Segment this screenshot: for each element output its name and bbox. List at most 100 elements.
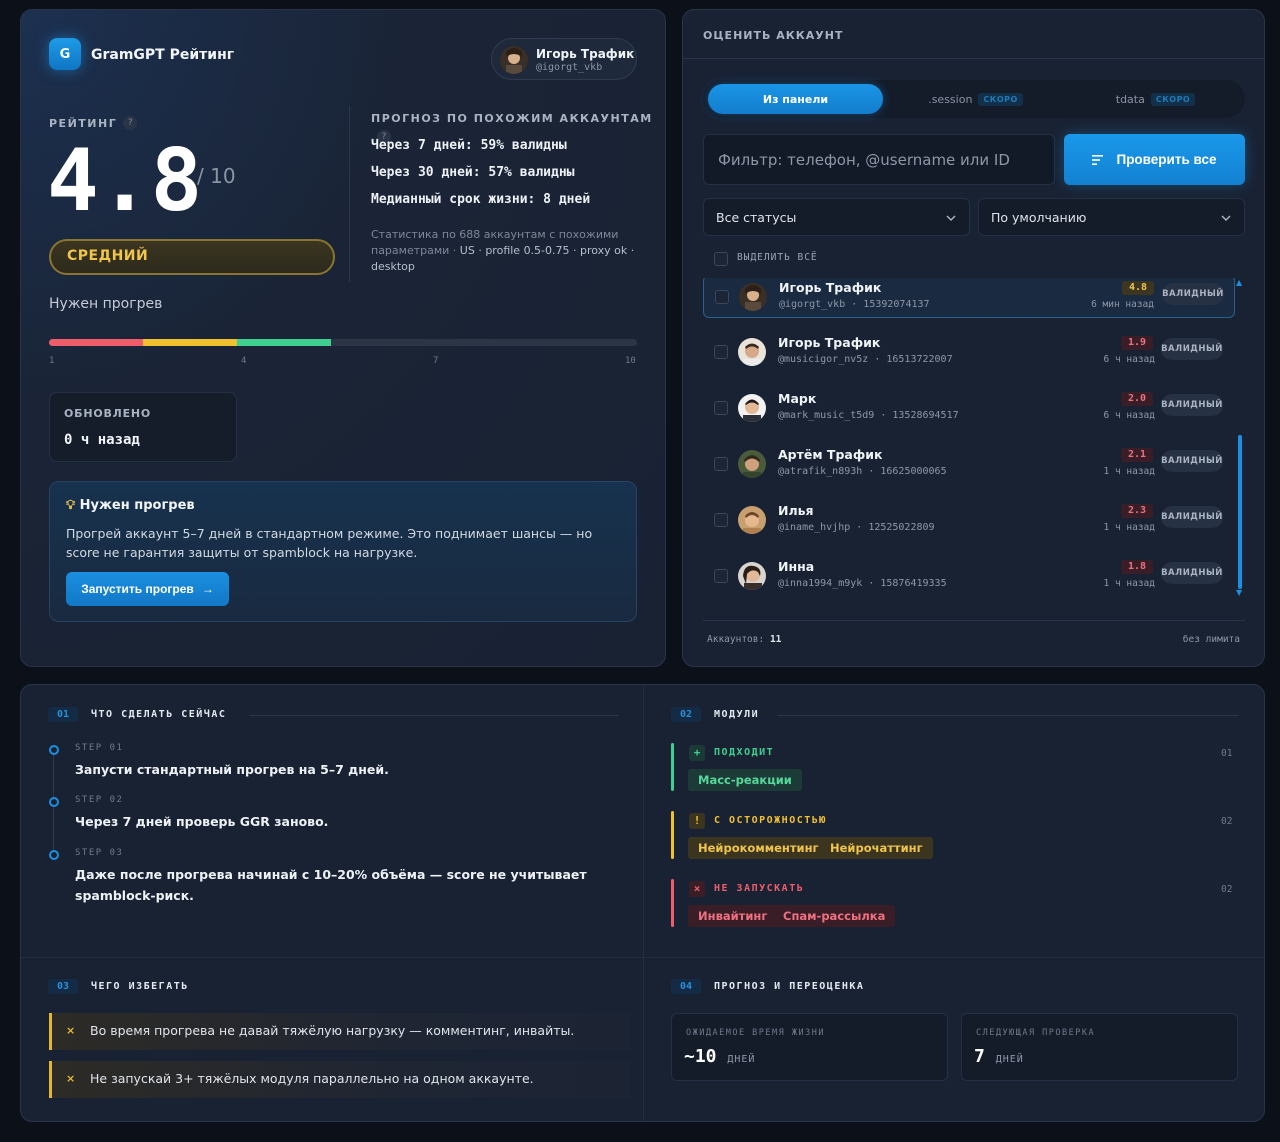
list-filter-icon xyxy=(1092,154,1104,165)
account-avatar xyxy=(738,394,766,422)
scale-segment-low xyxy=(49,339,143,346)
divider xyxy=(349,106,350,282)
select-all-label: ВЫДЕЛИТЬ ВСЁ xyxy=(737,252,818,263)
close-icon: × xyxy=(689,881,705,897)
forecast-line: Медианный срок жизни: 8 дней xyxy=(371,192,591,207)
module-chip[interactable]: Спам-рассылка xyxy=(773,905,896,927)
account-meta: @inna1994_m9yk · 15876419335 xyxy=(778,578,947,589)
step-dot xyxy=(49,850,59,860)
account-avatar xyxy=(738,450,766,478)
row-checkbox[interactable] xyxy=(714,345,728,359)
account-avatar xyxy=(738,506,766,534)
row-checkbox[interactable] xyxy=(714,457,728,471)
status-badge: ВАЛИДНЫЙ xyxy=(1161,562,1223,584)
scroll-down-icon[interactable]: ▼ xyxy=(1236,588,1242,597)
account-row[interactable]: Илья @iname_hvjhp · 12525022809 2.3 1 ч … xyxy=(703,499,1235,542)
divider xyxy=(703,620,1245,621)
status-select[interactable]: Все статусы xyxy=(703,198,970,236)
updated-label: ОБНОВЛЕНО xyxy=(64,407,152,420)
filter-input[interactable] xyxy=(703,134,1055,185)
close-icon: × xyxy=(66,1024,76,1037)
tip-title-row: 💡︎ Нужен прогрев xyxy=(66,498,195,513)
status-badge: ВАЛИДНЫЙ xyxy=(1161,506,1223,528)
tab-session[interactable]: .session СКОРО xyxy=(888,84,1063,114)
account-avatar xyxy=(738,338,766,366)
card-value: 7 ДНЕЙ xyxy=(974,1046,1024,1067)
module-chip[interactable]: Нейрочаттинг xyxy=(820,837,933,859)
row-checkbox[interactable] xyxy=(714,569,728,583)
scroll-up-icon[interactable]: ▲ xyxy=(1236,278,1242,287)
start-warmup-button[interactable]: Запустить прогрев → xyxy=(66,572,229,606)
module-group-count: 02 xyxy=(1221,884,1233,895)
account-row[interactable]: Игорь Трафик @igorgt_vkb · 15392074137 4… xyxy=(703,278,1235,318)
step-connector xyxy=(53,806,54,852)
card-label: СЛЕДУЮЩАЯ ПРОВЕРКА xyxy=(976,1028,1096,1038)
user-avatar xyxy=(500,46,528,74)
recommendations-panel: 01 ЧТО СДЕЛАТЬ СЕЙЧАС STEP 01 Запусти ст… xyxy=(20,684,1265,1122)
avoid-item: × Не запускай 3+ тяжёлых модуля параллел… xyxy=(49,1061,631,1098)
module-group-bar xyxy=(671,879,674,927)
module-group-count: 02 xyxy=(1221,816,1233,827)
account-meta: @iname_hvjhp · 12525022809 xyxy=(778,522,935,533)
card-value: ~10 ДНЕЙ xyxy=(684,1046,756,1067)
step-text: Даже после прогрева начинай с 10–20% объ… xyxy=(75,867,587,903)
module-group-title: С ОСТОРОЖНОСТЬЮ xyxy=(714,815,827,826)
account-time: 6 ч назад xyxy=(1103,410,1155,421)
warning-icon: ! xyxy=(689,813,705,829)
account-row[interactable]: Артём Трафик @atrafik_n893h · 1662500006… xyxy=(703,443,1235,486)
tab-from-panel[interactable]: Из панели xyxy=(708,84,883,114)
step-text: Запусти стандартный прогрев на 5–7 дней. xyxy=(75,762,389,777)
account-meta: @atrafik_n893h · 16625000065 xyxy=(778,466,947,477)
account-time: 1 ч назад xyxy=(1103,522,1155,533)
row-checkbox[interactable] xyxy=(714,513,728,527)
tab-tdata[interactable]: tdata СКОРО xyxy=(1068,84,1243,114)
step-caption: STEP 02 xyxy=(75,795,124,805)
step-caption: STEP 01 xyxy=(75,743,124,753)
sort-select[interactable]: По умолчанию xyxy=(978,198,1245,236)
module-chip[interactable]: Масс-реакции xyxy=(688,769,802,791)
app-title: GramGPT Рейтинг xyxy=(91,47,235,63)
user-profile-pill[interactable]: Игорь Трафик @igorgt_vkb xyxy=(491,38,637,80)
account-name: Игорь Трафик xyxy=(779,280,882,295)
check-all-button[interactable]: Проверить все xyxy=(1064,134,1245,185)
step-connector xyxy=(53,754,54,798)
next-check-card: СЛЕДУЮЩАЯ ПРОВЕРКА 7 ДНЕЙ xyxy=(961,1013,1238,1081)
rating-label: РЕЙТИНГ xyxy=(49,117,118,130)
module-group-bar xyxy=(671,743,674,791)
scale-tick: 7 xyxy=(433,356,439,366)
account-score: 2.3 xyxy=(1121,504,1153,518)
row-checkbox[interactable] xyxy=(714,401,728,415)
soon-badge: СКОРО xyxy=(978,92,1023,106)
accounts-list: Игорь Трафик @igorgt_vkb · 15392074137 4… xyxy=(703,278,1235,618)
module-chip[interactable]: Нейрокомментинг xyxy=(688,837,829,859)
evaluate-title: ОЦЕНИТЬ АККАУНТ xyxy=(703,29,844,42)
list-scrollbar[interactable] xyxy=(1238,435,1242,589)
account-time: 1 ч назад xyxy=(1103,578,1155,589)
account-row[interactable]: Инна @inna1994_m9yk · 15876419335 1.8 1 … xyxy=(703,555,1235,598)
select-all-checkbox[interactable] xyxy=(714,252,728,266)
chevron-down-icon xyxy=(1221,215,1231,222)
forecast-title: ПРОГНОЗ ПО ПОХОЖИМ АККАУНТАМ xyxy=(371,112,653,125)
row-checkbox[interactable] xyxy=(715,290,729,304)
evaluate-panel: ОЦЕНИТЬ АККАУНТ Из панели .session СКОРО … xyxy=(682,9,1265,667)
account-row[interactable]: Марк @mark_music_t5d9 · 13528694517 2.0 … xyxy=(703,387,1235,430)
arrow-right-icon: → xyxy=(201,582,214,596)
section-number: 01 xyxy=(48,707,78,722)
status-badge: ВАЛИДНЫЙ xyxy=(1162,283,1224,305)
account-row[interactable]: Игорь Трафик @musicigor_nv5z · 165137220… xyxy=(703,331,1235,374)
account-meta: @mark_music_t5d9 · 13528694517 xyxy=(778,410,959,421)
scale-segment-mid xyxy=(143,339,237,346)
account-time: 6 мин назад xyxy=(1091,299,1154,310)
lifetime-card: ОЖИДАЕМОЕ ВРЕМЯ ЖИЗНИ ~10 ДНЕЙ xyxy=(671,1013,948,1081)
status-badge: ВАЛИДНЫЙ xyxy=(1161,394,1223,416)
scale-tick: 1 xyxy=(49,356,55,366)
soon-badge: СКОРО xyxy=(1150,92,1196,106)
tip-text: Прогрей аккаунт 5–7 дней в стандартном р… xyxy=(66,526,593,560)
rating-help-icon[interactable]: ? xyxy=(123,115,138,130)
module-chip[interactable]: Инвайтинг xyxy=(688,905,778,927)
section-title: ЧЕГО ИЗБЕГАТЬ xyxy=(91,981,189,992)
account-name: Марк xyxy=(778,391,817,406)
section-title: МОДУЛИ xyxy=(714,709,760,720)
plus-icon: + xyxy=(689,745,705,761)
account-time: 6 ч назад xyxy=(1103,354,1155,365)
